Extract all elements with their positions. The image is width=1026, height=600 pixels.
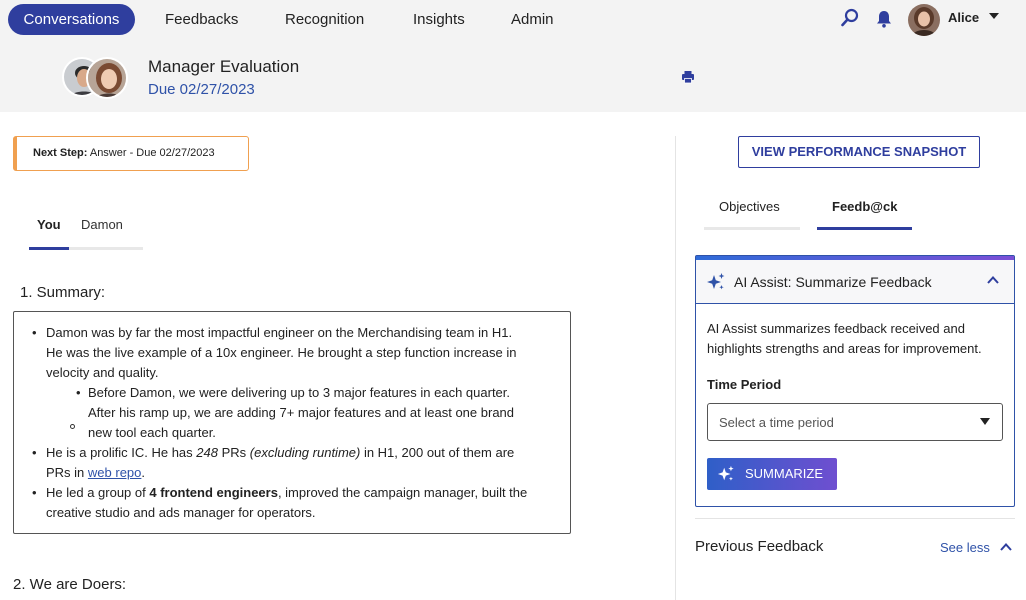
answer-line: He was the live example of a 10x enginee…: [46, 345, 517, 360]
bullet: •: [32, 445, 37, 460]
chevron-down-icon[interactable]: [988, 12, 1000, 20]
nav-conversations[interactable]: Conversations: [8, 4, 135, 35]
select-placeholder: Select a time period: [719, 415, 834, 430]
question-summary-label: 1. Summary:: [20, 284, 106, 301]
ai-panel-title: AI Assist: Summarize Feedback: [734, 274, 932, 290]
tab-damon[interactable]: Damon: [81, 217, 123, 232]
tab-objectives[interactable]: Objectives: [719, 199, 780, 214]
top-nav: Conversations Feedbacks Recognition Insi…: [0, 0, 1026, 40]
answer-line: Before Damon, we were delivering up to 3…: [88, 385, 511, 400]
next-step-banner: Next Step: Answer - Due 02/27/2023: [13, 136, 249, 171]
sparkle-icon: [707, 273, 725, 290]
time-period-select[interactable]: Select a time period: [707, 403, 1003, 441]
print-icon[interactable]: [681, 70, 695, 84]
answer-line: He is a prolific IC. He has 248 PRs (exc…: [46, 445, 515, 460]
sparkle-icon: [717, 465, 734, 481]
search-icon[interactable]: [840, 8, 860, 28]
answer-line: After his ramp up, we are adding 7+ majo…: [88, 405, 515, 420]
time-period-label: Time Period: [707, 377, 782, 392]
chevron-up-icon[interactable]: [986, 274, 1000, 286]
tab-underline: [704, 227, 800, 230]
avatar: [86, 57, 128, 99]
view-performance-snapshot-button[interactable]: VIEW PERFORMANCE SNAPSHOT: [738, 136, 980, 168]
answer-line: new tool each quarter.: [88, 425, 216, 440]
tab-active-indicator: [29, 247, 69, 250]
question-doers-label: 2. We are Doers:: [13, 576, 127, 593]
ai-description: AI Assist summarizes feedback received a…: [707, 321, 965, 336]
section-divider: [695, 518, 1015, 519]
chevron-up-icon[interactable]: [999, 542, 1013, 552]
bell-icon[interactable]: [876, 10, 892, 28]
tab-feedback[interactable]: Feedb@ck: [832, 199, 897, 214]
tab-active-indicator: [817, 227, 912, 230]
user-avatar[interactable]: [908, 4, 940, 36]
page-title: Manager Evaluation: [148, 57, 300, 76]
ai-description: highlights strengths and areas for impro…: [707, 341, 982, 356]
answer-line: PRs in web repo.: [46, 465, 146, 480]
next-step-text: Answer - Due 02/27/2023: [87, 147, 215, 159]
nav-insights[interactable]: Insights: [413, 4, 465, 35]
summarize-label: SUMMARIZE: [745, 466, 823, 481]
chevron-down-icon: [980, 418, 990, 425]
answer-line: He led a group of 4 frontend engineers, …: [46, 485, 528, 500]
page-header: Manager Evaluation Due 02/27/2023: [0, 40, 1026, 112]
next-step-label: Next Step:: [33, 147, 88, 159]
column-divider: [675, 136, 676, 600]
ai-assist-panel: AI Assist: Summarize Feedback AI Assist …: [695, 255, 1015, 507]
nav-feedbacks[interactable]: Feedbacks: [165, 4, 238, 35]
summarize-button[interactable]: SUMMARIZE: [707, 458, 837, 490]
nav-recognition[interactable]: Recognition: [285, 4, 364, 35]
answer-line: creative studio and ads manager for oper…: [46, 505, 316, 520]
due-date: Due 02/27/2023: [148, 81, 255, 98]
bullet: •: [32, 485, 37, 500]
nav-admin[interactable]: Admin: [511, 4, 554, 35]
ai-panel-header[interactable]: AI Assist: Summarize Feedback: [696, 260, 1014, 304]
sub-bullet: [70, 424, 75, 429]
answer-line: Damon was by far the most impactful engi…: [46, 325, 513, 340]
previous-feedback-heading: Previous Feedback: [695, 538, 824, 555]
bullet: •: [76, 385, 81, 400]
tab-you[interactable]: You: [37, 217, 61, 232]
see-less-link[interactable]: See less: [940, 540, 990, 555]
web-repo-link[interactable]: web repo: [88, 465, 141, 480]
answer-summary[interactable]: • Damon was by far the most impactful en…: [13, 311, 571, 534]
bullet: •: [32, 325, 37, 340]
answer-line: velocity and quality.: [46, 365, 159, 380]
user-name[interactable]: Alice: [948, 10, 979, 25]
